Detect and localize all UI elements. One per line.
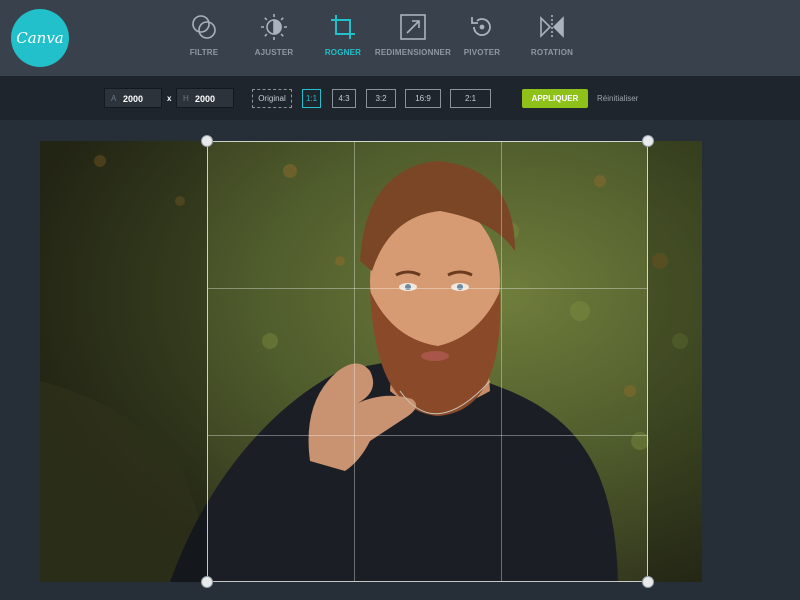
- width-field: A: [104, 88, 162, 108]
- reset-link[interactable]: Réinitialiser: [597, 94, 638, 103]
- crop-handle-top-right[interactable]: [642, 135, 654, 147]
- tool-label: ROTATION: [530, 48, 574, 57]
- ratio-3-2-button[interactable]: 3:2: [366, 89, 396, 108]
- crop-dim-left: [40, 141, 207, 582]
- grid-line: [501, 142, 502, 581]
- height-field: H: [176, 88, 234, 108]
- width-prefix: A: [111, 94, 117, 103]
- crop-handle-top-left[interactable]: [201, 135, 213, 147]
- width-input[interactable]: [123, 92, 159, 105]
- crop-handle-bottom-left[interactable]: [201, 576, 213, 588]
- crop-icon: [331, 15, 355, 39]
- ratio-4-3-button[interactable]: 4:3: [332, 89, 356, 108]
- times-sign: x: [167, 94, 172, 103]
- rotate-icon: [471, 17, 491, 36]
- adjust-icon: [261, 14, 287, 40]
- height-prefix: H: [183, 94, 189, 103]
- crop-handle-bottom-right[interactable]: [642, 576, 654, 588]
- resize-icon: [400, 14, 426, 40]
- ratio-original-button[interactable]: Original: [252, 89, 292, 108]
- apply-button[interactable]: APPLIQUER: [522, 89, 588, 108]
- ratio-1-1-button[interactable]: 1:1: [302, 89, 321, 108]
- crop-options-bar: A x H Original 1:1 4:3 3:2 16:9 2:1 APPL…: [0, 76, 800, 120]
- crop-frame[interactable]: [207, 141, 648, 582]
- grid-line: [208, 435, 647, 436]
- top-toolbar: Canva FILTRE AJUSTER ROGNER REDIMENSIONN…: [0, 0, 800, 76]
- crop-dim-right: [648, 141, 702, 582]
- tool-rotation[interactable]: ROTATION: [506, 12, 598, 64]
- ratio-16-9-button[interactable]: 16:9: [405, 89, 441, 108]
- canva-logo[interactable]: Canva: [11, 9, 69, 67]
- grid-line: [208, 288, 647, 289]
- flip-icon: [540, 15, 564, 39]
- filter-icon: [192, 15, 216, 39]
- ratio-2-1-button[interactable]: 2:1: [450, 89, 491, 108]
- height-input[interactable]: [195, 92, 231, 105]
- grid-line: [354, 142, 355, 581]
